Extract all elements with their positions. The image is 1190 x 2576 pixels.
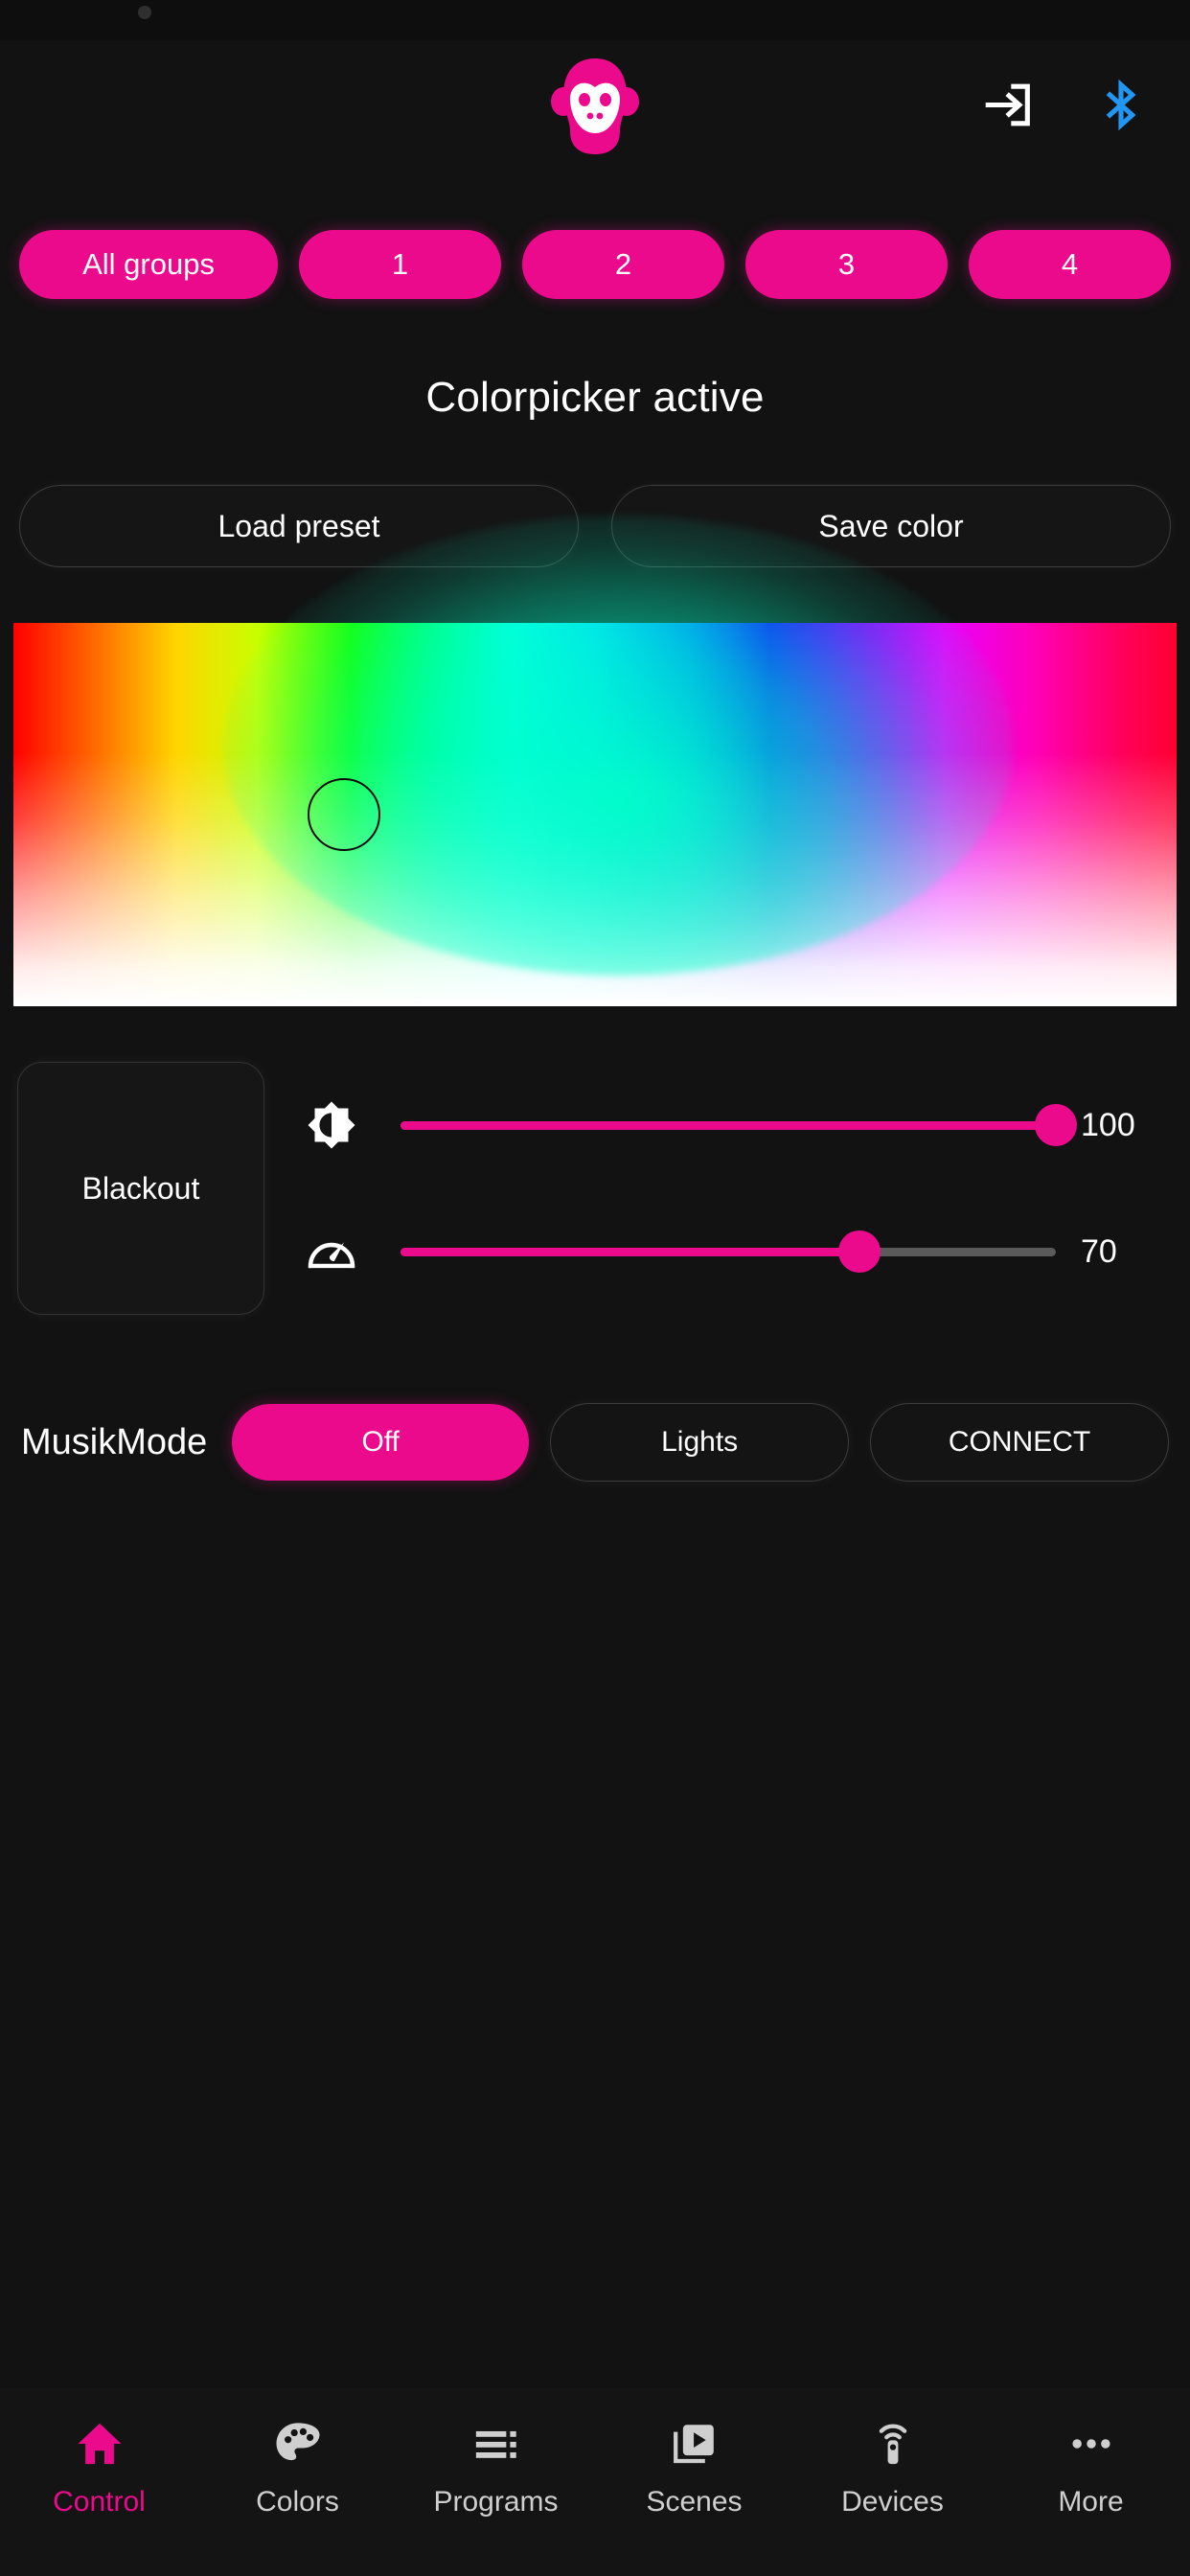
blackout-button[interactable]: Blackout [17,1062,264,1315]
speed-value: 70 [1081,1232,1117,1270]
nav-label-programs: Programs [433,2486,559,2518]
controls-section: Blackout 100 70 [0,1006,1190,1315]
nav-item-control[interactable]: Control [0,2415,198,2518]
bluetooth-icon[interactable] [1094,78,1148,138]
status-bar [0,0,1190,40]
group-chip-2[interactable]: 2 [522,230,725,299]
speed-slider-row: 70 [299,1204,1173,1300]
preset-button-row: Load preset Save color [0,422,1190,567]
musikmode-label: MusikMode [21,1421,208,1462]
speed-track[interactable] [400,1223,1056,1280]
bottom-navigation: Control Colors Programs Scenes Devices M… [0,2388,1190,2576]
more-icon [1065,2415,1117,2472]
app-header [0,40,1190,174]
speed-icon [299,1225,364,1278]
list-icon [470,2415,522,2472]
nav-label-more: More [1058,2486,1124,2518]
saturation-gradient [13,623,1177,1006]
connect-button[interactable]: CONNECT [870,1403,1170,1482]
scenes-icon [669,2415,721,2472]
nav-item-scenes[interactable]: Scenes [595,2415,793,2518]
monkey-logo [533,40,657,174]
speed-thumb[interactable] [837,1230,881,1273]
musikmode-toggle-button[interactable]: Off [232,1404,530,1481]
speed-track-fill [400,1247,859,1256]
color-picker[interactable] [13,516,1177,1006]
palette-icon [272,2415,324,2472]
home-icon [74,2415,126,2472]
nav-label-control: Control [53,2486,146,2518]
nav-item-devices[interactable]: Devices [793,2415,992,2518]
group-selector: All groups 1 2 3 4 [0,174,1190,299]
nav-item-programs[interactable]: Programs [397,2415,595,2518]
nav-item-more[interactable]: More [992,2415,1190,2518]
group-chip-4[interactable]: 4 [969,230,1171,299]
group-chip-1[interactable]: 1 [299,230,502,299]
nav-label-scenes: Scenes [646,2486,743,2518]
nav-label-devices: Devices [841,2486,944,2518]
login-icon[interactable] [981,78,1037,138]
nav-label-colors: Colors [256,2486,339,2518]
remote-icon [867,2415,919,2472]
save-color-button[interactable]: Save color [611,485,1171,567]
brightness-value: 100 [1081,1106,1135,1143]
app-screen: All groups 1 2 3 4 Colorpicker active Lo… [0,0,1190,2576]
group-chip-3[interactable]: 3 [745,230,949,299]
color-picker-cursor[interactable] [307,778,380,851]
load-preset-button[interactable]: Load preset [19,485,579,567]
brightness-track-fill [400,1120,1056,1130]
colorpicker-status-title: Colorpicker active [425,374,765,421]
musikmode-row: MusikMode Off Lights CONNECT [0,1403,1190,1482]
brightness-track[interactable] [400,1096,1077,1154]
slider-group: 100 70 [264,1062,1173,1315]
header-icon-group [981,78,1148,138]
brightness-slider-row: 100 [299,1077,1173,1173]
nav-item-colors[interactable]: Colors [198,2415,397,2518]
brightness-icon [299,1098,364,1152]
brightness-thumb[interactable] [1035,1104,1077,1146]
lights-button[interactable]: Lights [550,1403,850,1482]
group-chip-all[interactable]: All groups [19,230,279,299]
status-indicator-icon [138,6,151,19]
